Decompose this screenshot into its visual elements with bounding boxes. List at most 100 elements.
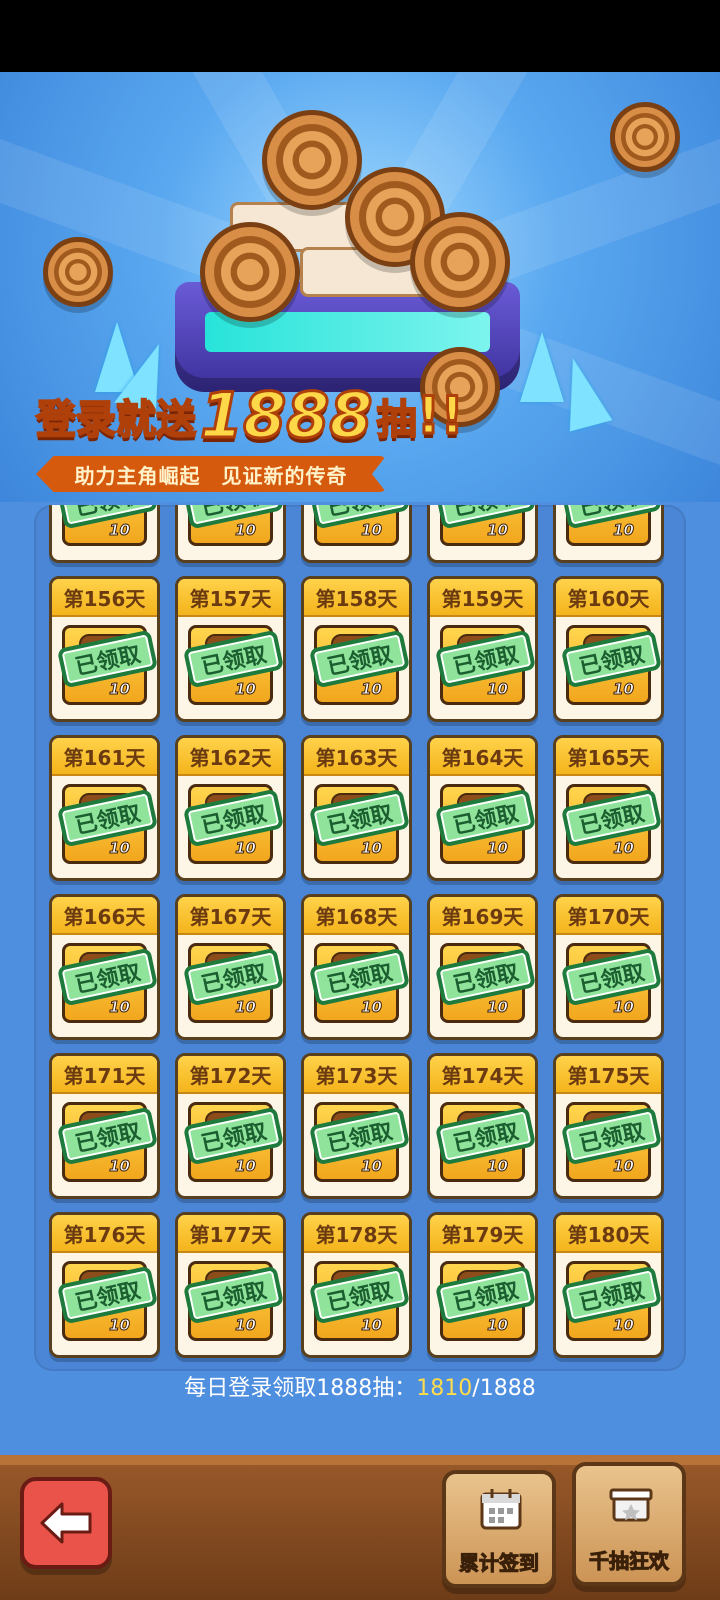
day-reward-card[interactable]: 第164天 10 已领取 xyxy=(427,735,538,881)
day-reward-card[interactable]: 第172天 10 已领取 xyxy=(175,1053,286,1199)
day-reward-card[interactable]: 第177天 10 已领取 xyxy=(175,1212,286,1358)
day-reward-card[interactable]: 第174天 10 已领取 xyxy=(427,1053,538,1199)
daily-reward-panel[interactable]: 10已领取10已领取10已领取10已领取10已领取第156天10已领取第157天… xyxy=(34,505,686,1371)
reward-count: 10 xyxy=(361,998,383,1017)
day-reward-card[interactable]: 第156天 10 已领取 xyxy=(49,576,160,722)
day-reward-card[interactable]: 第180天 10 已领取 xyxy=(553,1212,664,1358)
scroll-icon xyxy=(43,237,113,307)
day-reward-card[interactable]: 第176天 10 已领取 xyxy=(49,1212,160,1358)
day-label: 第164天 xyxy=(430,738,535,776)
reward-count: 10 xyxy=(235,839,257,858)
day-reward-card[interactable]: 10已领取 xyxy=(301,505,412,563)
day-label: 第160天 xyxy=(556,579,661,617)
day-reward-card[interactable]: 第173天 10 已领取 xyxy=(301,1053,412,1199)
day-reward-card[interactable]: 第175天 10 已领取 xyxy=(553,1053,664,1199)
day-reward-card[interactable]: 第158天 10 已领取 xyxy=(301,576,412,722)
day-label: 第157天 xyxy=(178,579,283,617)
thousand-draw-carnival-button[interactable]: 千抽狂欢 xyxy=(572,1462,686,1586)
day-label: 第172天 xyxy=(178,1056,283,1094)
day-reward-card[interactable]: 第167天 10 已领取 xyxy=(175,894,286,1040)
day-reward-card[interactable]: 第170天 10 已领取 xyxy=(553,894,664,1040)
reward-count: 10 xyxy=(235,521,257,540)
day-label: 第170天 xyxy=(556,897,661,935)
progress-label: 每日登录领取1888抽： xyxy=(184,1376,417,1401)
progress-total: /1888 xyxy=(472,1376,536,1401)
reward-count: 10 xyxy=(361,1316,383,1335)
day-reward-card[interactable]: 第171天 10 已领取 xyxy=(49,1053,160,1199)
day-label: 第167天 xyxy=(178,897,283,935)
day-label: 第178天 xyxy=(304,1215,409,1253)
day-reward-card[interactable]: 第157天 10 已领取 xyxy=(175,576,286,722)
gift-box-icon xyxy=(609,1488,653,1522)
reward-count: 10 xyxy=(361,839,383,858)
reward-count: 10 xyxy=(235,1157,257,1176)
reward-count: 10 xyxy=(613,1316,635,1335)
day-label: 第179天 xyxy=(430,1215,535,1253)
reward-count: 10 xyxy=(487,1157,509,1176)
title-prefix: 登录就送 xyxy=(35,396,197,444)
cumulative-checkin-label: 累计签到 xyxy=(459,1551,540,1576)
day-label: 第173天 xyxy=(304,1056,409,1094)
carnival-label: 千抽狂欢 xyxy=(589,1549,670,1574)
day-reward-card[interactable]: 第159天 10 已领取 xyxy=(427,576,538,722)
reward-count: 10 xyxy=(109,521,131,540)
back-button[interactable] xyxy=(20,1477,112,1569)
day-label: 第174天 xyxy=(430,1056,535,1094)
day-reward-card[interactable]: 第165天 10 已领取 xyxy=(553,735,664,881)
day-reward-card[interactable]: 第178天 10 已领取 xyxy=(301,1212,412,1358)
reward-count: 10 xyxy=(109,839,131,858)
day-label: 第171天 xyxy=(52,1056,157,1094)
scroll-icon xyxy=(200,222,300,322)
day-reward-card[interactable]: 第166天 10 已领取 xyxy=(49,894,160,1040)
reward-count: 10 xyxy=(487,839,509,858)
reward-count: 10 xyxy=(487,1316,509,1335)
banner-title: 登录就送 1888 抽 !! xyxy=(35,383,466,448)
day-label: 第165天 xyxy=(556,738,661,776)
back-arrow-icon xyxy=(40,1502,92,1544)
reward-count: 10 xyxy=(109,1157,131,1176)
scroll-icon xyxy=(410,212,510,312)
day-label: 第159天 xyxy=(430,579,535,617)
scroll-icon xyxy=(262,110,362,210)
status-bar xyxy=(0,0,720,72)
day-reward-card[interactable]: 第160天 10 已领取 xyxy=(553,576,664,722)
day-label: 第175天 xyxy=(556,1056,661,1094)
reward-count: 10 xyxy=(487,680,509,699)
progress-current: 1810 xyxy=(416,1376,473,1401)
reward-grid: 10已领取10已领取10已领取10已领取10已领取第156天10已领取第157天… xyxy=(49,505,664,1358)
cumulative-checkin-button[interactable]: 累计签到 xyxy=(442,1470,556,1588)
reward-count: 10 xyxy=(109,680,131,699)
reward-count: 10 xyxy=(109,1316,131,1335)
reward-count: 10 xyxy=(487,998,509,1017)
day-reward-card[interactable]: 第169天 10 已领取 xyxy=(427,894,538,1040)
calendar-icon xyxy=(480,1489,522,1530)
reward-count: 10 xyxy=(235,680,257,699)
scroll-icon xyxy=(610,102,680,172)
reward-count: 10 xyxy=(361,1157,383,1176)
day-reward-card[interactable]: 第161天 10 已领取 xyxy=(49,735,160,881)
day-reward-card[interactable]: 第179天 10 已领取 xyxy=(427,1212,538,1358)
day-reward-card[interactable]: 第168天 10 已领取 xyxy=(301,894,412,1040)
banner-subtitle: 助力主角崛起 见证新的传奇 xyxy=(36,456,386,492)
day-label: 第161天 xyxy=(52,738,157,776)
reward-count: 10 xyxy=(109,998,131,1017)
reward-count: 10 xyxy=(361,521,383,540)
day-reward-card[interactable]: 第163天 10 已领取 xyxy=(301,735,412,881)
reward-count: 10 xyxy=(613,1157,635,1176)
title-suffix: 抽 xyxy=(376,396,418,444)
reward-count: 10 xyxy=(613,521,635,540)
day-label: 第158天 xyxy=(304,579,409,617)
day-label: 第168天 xyxy=(304,897,409,935)
reward-count: 10 xyxy=(361,680,383,699)
day-label: 第176天 xyxy=(52,1215,157,1253)
reward-count: 10 xyxy=(613,839,635,858)
day-reward-card[interactable]: 10已领取 xyxy=(175,505,286,563)
day-label: 第177天 xyxy=(178,1215,283,1253)
title-exclaim: !! xyxy=(415,385,465,448)
day-reward-card[interactable]: 10已领取 xyxy=(49,505,160,563)
day-reward-card[interactable]: 第162天 10 已领取 xyxy=(175,735,286,881)
day-reward-card[interactable]: 10已领取 xyxy=(553,505,664,563)
day-label: 第162天 xyxy=(178,738,283,776)
day-reward-card[interactable]: 10已领取 xyxy=(427,505,538,563)
reward-count: 10 xyxy=(235,1316,257,1335)
